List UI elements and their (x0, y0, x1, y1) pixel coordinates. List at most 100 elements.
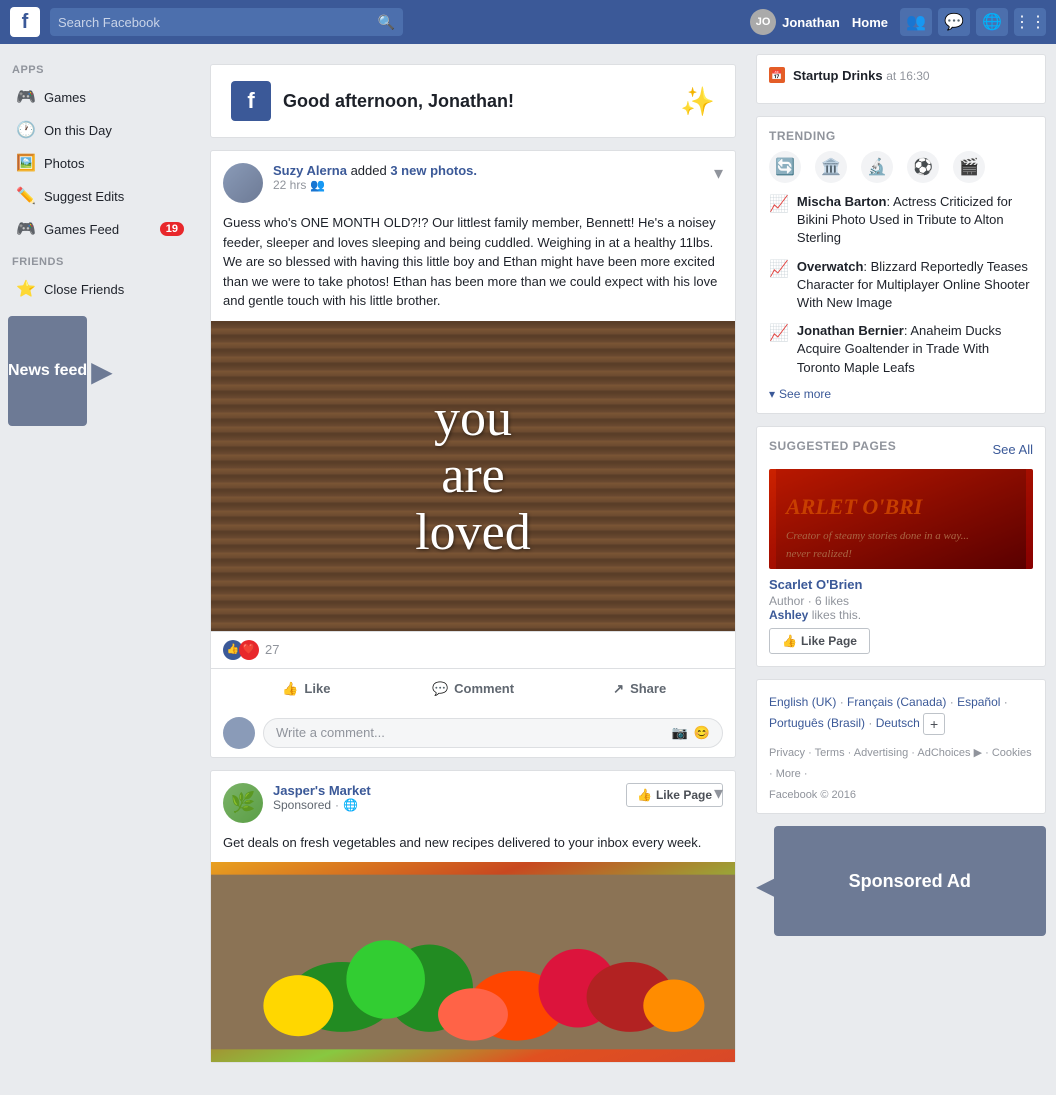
trending-sports-icon[interactable]: ⚽ (907, 151, 939, 183)
trending-entertainment-icon[interactable]: 🎬 (953, 151, 985, 183)
topnav: f 🔍 JO Jonathan Home 👥 💬 🌐 ⋮⋮ (0, 0, 1056, 44)
sidebar-item-games[interactable]: 🎮 Games (4, 81, 196, 113)
comment-icon: 💬 (432, 681, 448, 697)
main-feed: f Good afternoon, Jonathan! ✨ ▾ Suzy Ale… (200, 44, 746, 1095)
sponsored-ad-box[interactable]: Sponsored Ad (774, 826, 1046, 936)
sidebar-item-on-this-day[interactable]: 🕐 On this Day (4, 114, 196, 146)
add-language-button[interactable]: + (923, 713, 945, 735)
more-link[interactable]: More (776, 768, 801, 780)
news-feed-box[interactable]: News feed (8, 316, 87, 426)
trending-label: TRENDING (769, 129, 1033, 143)
post1-author-name[interactable]: Suzy Alerna (273, 163, 347, 178)
news-feed-label: News feed (8, 362, 87, 380)
lang-german[interactable]: Deutsch (876, 716, 920, 730)
page-liker-text: likes this. (812, 608, 861, 622)
friends-icon[interactable]: 👥 (900, 8, 932, 36)
suggested-page-name[interactable]: Scarlet O'Brien (769, 577, 1033, 592)
post2-dropdown-icon[interactable]: ▾ (714, 783, 723, 804)
like-page-fb-icon: 👍 (637, 788, 652, 802)
comment-button[interactable]: 💬 Comment (390, 673, 557, 705)
home-link[interactable]: Home (846, 15, 894, 30)
terms-link[interactable]: Terms (815, 747, 845, 759)
settings-icon[interactable]: ⋮⋮ (1014, 8, 1046, 36)
trending-name-1: Mischa Barton (797, 194, 887, 209)
trending-politics-icon[interactable]: 🏛️ (815, 151, 847, 183)
fb-logo-letter: f (22, 11, 29, 34)
post2-header-right: 👍 Like Page (626, 783, 723, 807)
love-reaction-icon: ❤️ (239, 640, 259, 660)
trending-text-1[interactable]: Mischa Barton: Actress Criticized for Bi… (797, 193, 1033, 248)
see-more-trending[interactable]: ▾ See more (769, 387, 1033, 401)
sidebar-item-games-feed[interactable]: 🎮 Games Feed 19 (4, 213, 196, 245)
like-page-button[interactable]: 👍 Like Page (626, 783, 723, 807)
user-profile-button[interactable]: JO Jonathan (750, 9, 840, 35)
event-row: 📅 Startup Drinks at 16:30 (769, 67, 1033, 83)
see-all-button[interactable]: See All (993, 442, 1033, 457)
trending-text-3[interactable]: Jonathan Bernier: Anaheim Ducks Acquire … (797, 322, 1033, 377)
trending-item-1: 📈 Mischa Barton: Actress Criticized for … (769, 193, 1033, 248)
games-feed-badge: 19 (160, 222, 184, 236)
like-icon: 👍 (282, 681, 298, 697)
notifications-icon[interactable]: 🌐 (976, 8, 1008, 36)
privacy-link[interactable]: Privacy (769, 747, 805, 759)
cookies-link[interactable]: Cookies (992, 747, 1032, 759)
sidebar-item-label: Close Friends (44, 282, 124, 297)
sidebar-item-close-friends[interactable]: ⭐ Close Friends (4, 273, 196, 305)
comment-input[interactable]: Write a comment... 📷 😊 (263, 718, 723, 748)
chevron-down-icon: ▾ (769, 387, 775, 401)
post2-content: Get deals on fresh vegetables and new re… (211, 823, 735, 863)
messages-icon[interactable]: 💬 (938, 8, 970, 36)
like-page-btn-suggested[interactable]: 👍 Like Page (769, 628, 870, 654)
emoji-icon: 😊 (694, 725, 710, 741)
trending-arrow-icon-1: 📈 (769, 194, 789, 214)
post2-author-name[interactable]: Jasper's Market (273, 783, 616, 798)
post1-dropdown-icon[interactable]: ▾ (714, 163, 723, 184)
advertising-link[interactable]: Advertising (854, 747, 908, 759)
news-feed-arrow-icon: ▶ (91, 355, 113, 388)
post1-action-link[interactable]: 3 new photos. (390, 163, 477, 178)
page-liker-name[interactable]: Ashley (769, 608, 808, 622)
post2-avatar[interactable]: 🌿 (223, 783, 263, 823)
copyright-text: Facebook © 2016 (769, 789, 1033, 801)
trending-arrow-icon-2: 📈 (769, 259, 789, 279)
adchoices-link[interactable]: AdChoices ▶ (917, 747, 982, 759)
lang-portuguese[interactable]: Português (Brasil) (769, 716, 865, 730)
like-page-btn-label: Like Page (801, 634, 857, 648)
sponsored-ad-label: Sponsored Ad (849, 871, 971, 892)
trending-arrow-icon-3: 📈 (769, 323, 789, 343)
post2-image (211, 862, 735, 1062)
veg-svg (211, 862, 735, 1062)
trending-all-icon[interactable]: 🔄 (769, 151, 801, 183)
reaction-count: 27 (265, 642, 279, 657)
lang-english[interactable]: English (UK) (769, 695, 836, 709)
trending-science-icon[interactable]: 🔬 (861, 151, 893, 183)
sidebar-item-label: Photos (44, 156, 84, 171)
greeting-text: Good afternoon, Jonathan! (283, 91, 668, 112)
layout: APPS 🎮 Games 🕐 On this Day 🖼️ Photos ✏️ … (0, 44, 1056, 1095)
sidebar-item-label: Games Feed (44, 222, 119, 237)
share-icon: ↗ (613, 681, 624, 697)
share-button[interactable]: ↗ Share (556, 673, 723, 705)
lang-spanish[interactable]: Español (957, 695, 1000, 709)
lang-french[interactable]: Français (Canada) (847, 695, 946, 709)
event-title[interactable]: Startup Drinks (793, 68, 883, 83)
post2-meta: Jasper's Market Sponsored · 🌐 (273, 783, 616, 812)
trending-card: TRENDING 🔄 🏛️ 🔬 ⚽ 🎬 📈 Mischa Barton: Act… (756, 116, 1046, 414)
trending-icons: 🔄 🏛️ 🔬 ⚽ 🎬 (769, 151, 1033, 183)
sponsored-text: Sponsored (273, 798, 331, 812)
see-more-label: See more (779, 387, 831, 401)
search-bar[interactable]: 🔍 (50, 8, 403, 36)
suggest-edits-icon: ✏️ (16, 186, 36, 206)
event-card: 📅 Startup Drinks at 16:30 (756, 54, 1046, 104)
like-button[interactable]: 👍 Like (223, 673, 390, 705)
fb-logo[interactable]: f (10, 7, 40, 37)
sidebar-item-photos[interactable]: 🖼️ Photos (4, 147, 196, 179)
sponsored-globe-icon: 🌐 (343, 798, 358, 812)
search-input[interactable] (58, 15, 378, 30)
sidebar-item-suggest-edits[interactable]: ✏️ Suggest Edits (4, 180, 196, 212)
trending-text-2[interactable]: Overwatch: Blizzard Reportedly Teases Ch… (797, 258, 1033, 313)
post1-avatar[interactable] (223, 163, 263, 203)
page-category: Author (769, 594, 804, 608)
post1-meta: Suzy Alerna added 3 new photos. 22 hrs 👥 (273, 163, 723, 192)
post1-image: youareloved (211, 321, 735, 631)
